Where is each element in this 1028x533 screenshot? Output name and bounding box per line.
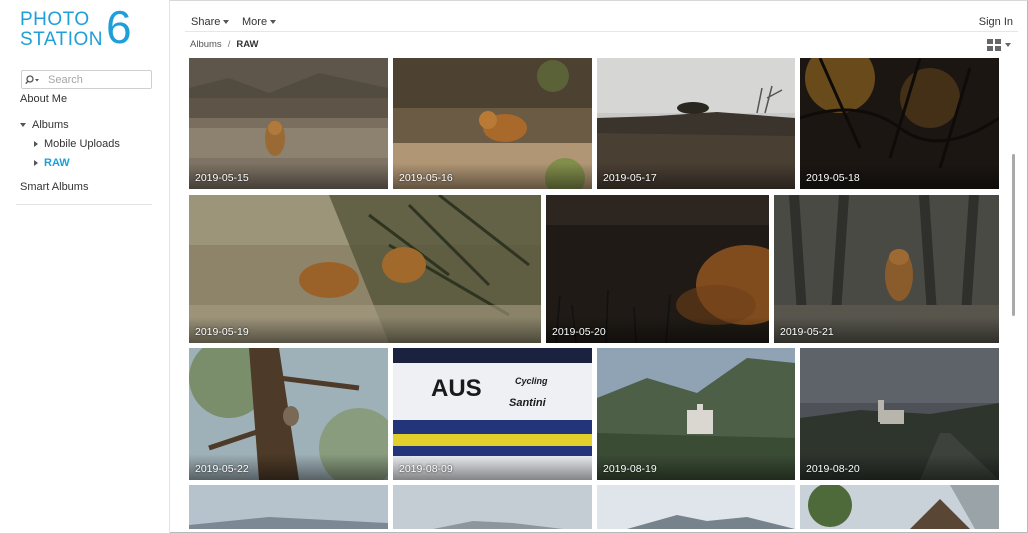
sidebar-item-raw[interactable]: RAW <box>34 157 70 169</box>
chevron-right-icon[interactable] <box>34 160 38 167</box>
caret-down-icon <box>270 20 277 25</box>
photo-tile[interactable]: 2019-08-19 <box>597 348 795 480</box>
search-icon[interactable] <box>22 71 44 88</box>
sidebar-item-mobile-uploads[interactable]: Mobile Uploads <box>34 138 120 150</box>
photo-date: 2019-05-17 <box>603 172 657 184</box>
sidebar-item-albums-label: Albums <box>32 119 69 131</box>
photo-tile[interactable]: 2019-05-20 <box>546 195 769 343</box>
sign-in-link[interactable]: Sign In <box>979 16 1013 28</box>
photo-tile[interactable]: 2019-08-20 <box>800 348 999 480</box>
more-button[interactable]: More <box>242 16 277 28</box>
photo-tile[interactable] <box>597 485 795 529</box>
scrollbar[interactable] <box>1012 58 1016 528</box>
photo-tile[interactable]: AUS Cycling Santini 2019-08-09 <box>393 348 592 480</box>
photo-date: 2019-05-20 <box>552 326 606 338</box>
caret-down-icon <box>1005 43 1011 47</box>
photo-tile[interactable]: 2019-05-17 <box>597 58 795 189</box>
grid-view-icon <box>987 39 1001 51</box>
chevron-down-icon[interactable] <box>20 123 26 128</box>
sidebar: PHOTO STATION 6 About Me Albums Mobile U… <box>0 0 170 533</box>
photo-tile[interactable] <box>189 485 388 529</box>
logo-number: 6 <box>106 1 132 53</box>
logo-text: PHOTO STATION <box>20 10 103 50</box>
logo-line-2: STATION <box>20 29 104 50</box>
svg-text:Cycling: Cycling <box>515 376 548 386</box>
breadcrumb-albums[interactable]: Albums <box>190 39 222 50</box>
photo-date: 2019-08-20 <box>806 463 860 475</box>
photo-tile[interactable]: 2019-05-21 <box>774 195 999 343</box>
photo-date: 2019-05-19 <box>195 326 249 338</box>
photo-tile[interactable]: 2019-05-18 <box>800 58 999 189</box>
photo-station-logo[interactable]: PHOTO STATION 6 <box>20 4 140 54</box>
share-button[interactable]: Share <box>191 16 230 28</box>
sidebar-item-about-me[interactable]: About Me <box>20 93 67 105</box>
photo-tile[interactable]: 2019-05-15 <box>189 58 388 189</box>
photo-date: 2019-05-15 <box>195 172 249 184</box>
photo-tile[interactable]: 2019-05-22 <box>189 348 388 480</box>
photo-tile[interactable] <box>800 485 999 529</box>
more-button-label: More <box>242 16 268 28</box>
view-mode-button[interactable] <box>987 39 1015 51</box>
sidebar-item-mobile-uploads-label: Mobile Uploads <box>44 138 120 150</box>
svg-text:AUS: AUS <box>431 375 482 402</box>
sidebar-divider <box>16 204 152 205</box>
search-box[interactable] <box>21 70 152 89</box>
photo-tile[interactable] <box>393 485 592 529</box>
sidebar-item-smart-albums[interactable]: Smart Albums <box>20 181 88 193</box>
svg-text:Santini: Santini <box>509 397 547 409</box>
photo-date: 2019-08-19 <box>603 463 657 475</box>
photo-date: 2019-05-18 <box>806 172 860 184</box>
breadcrumb: Albums / RAW <box>190 39 259 50</box>
sidebar-item-albums[interactable]: Albums <box>20 119 69 131</box>
logo-line-1: PHOTO <box>20 9 90 30</box>
chevron-right-icon[interactable] <box>34 141 38 148</box>
photo-date: 2019-08-09 <box>399 463 453 475</box>
photo-date: 2019-05-16 <box>399 172 453 184</box>
toolbar-divider <box>185 31 1018 32</box>
sidebar-item-raw-label: RAW <box>44 157 70 169</box>
breadcrumb-current: RAW <box>236 39 259 50</box>
search-input[interactable] <box>44 71 144 88</box>
caret-down-icon <box>223 20 230 25</box>
scrollbar-thumb[interactable] <box>1012 154 1015 316</box>
photo-date: 2019-05-22 <box>195 463 249 475</box>
share-button-label: Share <box>191 16 221 28</box>
photo-tile[interactable]: 2019-05-16 <box>393 58 592 189</box>
breadcrumb-separator: / <box>227 39 231 50</box>
photo-date: 2019-05-21 <box>780 326 834 338</box>
photo-tile[interactable]: 2019-05-19 <box>189 195 541 343</box>
